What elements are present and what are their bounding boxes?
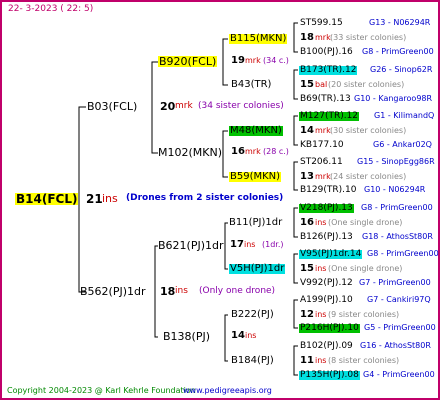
gen4-sire[interactable]: B173(TR).12 — [299, 66, 358, 75]
gen4-dam[interactable]: P216H(PJ).10 — [299, 324, 360, 333]
gen4-note: (One single drone) — [328, 264, 403, 273]
gen2-number: 19 — [231, 55, 245, 66]
gen2-number: 16 — [231, 146, 245, 157]
root-queen[interactable]: B14(FCL) — [15, 193, 79, 205]
gen4-dam[interactable]: V992(PJ).12 — [300, 279, 353, 288]
gen4-note: (One single drone) — [328, 218, 403, 227]
gen4-number: 12 — [300, 309, 314, 320]
gen2-unit: mrk — [245, 147, 261, 156]
gen1-note: (34 sister colonies) — [198, 101, 284, 111]
gen4-dam-code: G6 - Ankar02Q — [373, 140, 432, 149]
gen4-number: 15 — [300, 79, 314, 90]
gen4-dam[interactable]: B69(TR).13 — [300, 95, 351, 104]
gen4-note: (33 sister colonies) — [330, 33, 407, 42]
gen2-queen[interactable]: B138(PJ) — [163, 331, 210, 342]
gen4-number: 14 — [300, 125, 314, 136]
gen3-queen[interactable]: M48(MKN) — [229, 126, 283, 136]
gen4-code: G8 - PrimGreen00 — [361, 203, 433, 212]
gen4-number: 18 — [300, 32, 314, 43]
gen4-unit: ins — [315, 218, 327, 227]
gen4-dam[interactable]: P135H(PJ).08 — [299, 371, 360, 380]
gen3-queen[interactable]: V5H(PJ)1dr — [229, 264, 286, 274]
gen4-code: G15 - SinopEgg86R — [357, 157, 435, 166]
gen2-unit: ins — [245, 331, 257, 340]
gen1-queen[interactable]: B03(FCL) — [87, 101, 137, 112]
gen2-unit: mrk — [245, 56, 261, 65]
gen4-sire[interactable]: ST206.11 — [300, 158, 343, 167]
gen2-note: (34 c.) — [263, 56, 289, 65]
gen4-unit: mrk — [315, 126, 331, 135]
gen4-dam-code: G8 - PrimGreen00 — [362, 47, 434, 56]
gen4-dam[interactable]: B129(TR).10 — [300, 186, 356, 195]
gen4-sire[interactable]: ST599.15 — [300, 19, 343, 28]
gen4-dam-code: G10 - Kangaroo98R — [354, 94, 433, 103]
gen3-queen[interactable]: B115(MKN) — [229, 34, 288, 44]
root-note: (Drones from 2 sister colonies) — [126, 193, 284, 203]
gen3-queen[interactable]: B59(MKN) — [229, 172, 282, 182]
gen1-unit: mrk — [175, 101, 193, 111]
copyright-text: Copyright 2004-2023 @ Karl Kehrle Founda… — [7, 386, 196, 395]
gen4-dam[interactable]: B126(PJ).13 — [300, 233, 353, 242]
gen4-note: (8 sister colonies) — [328, 356, 400, 365]
gen4-sire[interactable]: V95(PJ)1dr.14 — [299, 250, 363, 259]
gen2-note: (1dr.) — [262, 240, 284, 249]
gen3-queen[interactable]: B184(PJ) — [231, 356, 274, 366]
gen2-queen[interactable]: M102(MKN) — [158, 147, 222, 158]
gen4-sire[interactable]: V218(PJ).13 — [299, 204, 354, 213]
gen4-sire[interactable]: B102(PJ).09 — [300, 342, 353, 351]
gen4-unit: ins — [315, 310, 327, 319]
gen2-number: 17 — [230, 239, 244, 250]
gen2-note: (28 c.) — [263, 147, 289, 156]
gen4-code: G26 - Sinop62R — [370, 65, 433, 74]
root-number: 21 — [86, 192, 103, 206]
gen4-note: (20 sister colonies) — [328, 80, 405, 89]
gen2-queen[interactable]: B621(PJ)1dr — [158, 240, 224, 251]
gen4-unit: mrk — [315, 33, 331, 42]
gen1-queen[interactable]: B562(PJ)1dr — [80, 286, 146, 297]
gen4-number: 16 — [300, 217, 314, 228]
gen4-dam-code: G4 - PrimGreen00 — [363, 370, 435, 379]
gen1-unit: ins — [175, 286, 188, 296]
gen4-dam-code: G5 - PrimGreen00 — [364, 323, 436, 332]
gen4-code: G13 - N06294R — [369, 18, 431, 27]
gen4-code: G1 - KilimandQ — [374, 111, 435, 120]
gen3-queen[interactable]: B43(TR) — [231, 80, 271, 90]
root-unit: ins — [102, 192, 118, 205]
gen4-dam-code: G18 - AthosSt80R — [362, 232, 433, 241]
gen4-unit: mrk — [315, 172, 331, 181]
gen1-number: 20 — [160, 100, 176, 113]
gen2-number: 14 — [231, 330, 245, 341]
gen1-number: 18 — [160, 285, 176, 298]
gen4-note: (30 sister colonies) — [330, 126, 407, 135]
gen4-dam-code: G7 - PrimGreen00 — [359, 278, 431, 287]
gen3-queen[interactable]: B11(PJ)1dr — [229, 218, 282, 228]
gen2-queen[interactable]: B920(FCL) — [158, 56, 218, 67]
gen4-unit: bal — [315, 80, 328, 89]
gen4-unit: ins — [315, 356, 327, 365]
gen2-unit: ins — [244, 240, 256, 249]
gen4-unit: ins — [315, 264, 327, 273]
gen1-note: (Only one drone) — [199, 286, 276, 296]
gen4-sire[interactable]: A199(PJ).10 — [300, 296, 353, 305]
gen4-sire[interactable]: M127(TR).12 — [299, 112, 360, 121]
gen4-code: G7 - Cankiri97Q — [367, 295, 431, 304]
gen4-number: 11 — [300, 355, 314, 366]
gen3-queen[interactable]: B222(PJ) — [231, 310, 274, 320]
gen4-dam-code: G10 - N06294R — [364, 185, 426, 194]
gen4-dam[interactable]: B100(PJ).16 — [300, 48, 353, 57]
date-stamp: 22- 3-2023 ( 22: 5) — [8, 4, 94, 14]
gen4-code: G8 - PrimGreen00 — [367, 249, 439, 258]
gen4-note: (9 sister colonies) — [328, 310, 400, 319]
gen4-note: (24 sister colonies) — [330, 172, 407, 181]
gen4-number: 13 — [300, 171, 314, 182]
gen4-number: 15 — [300, 263, 314, 274]
website-link[interactable]: www.pedigreeapis.org — [183, 387, 272, 395]
gen4-code: G16 - AthosSt80R — [360, 341, 431, 350]
gen4-dam[interactable]: KB177.10 — [300, 141, 344, 150]
